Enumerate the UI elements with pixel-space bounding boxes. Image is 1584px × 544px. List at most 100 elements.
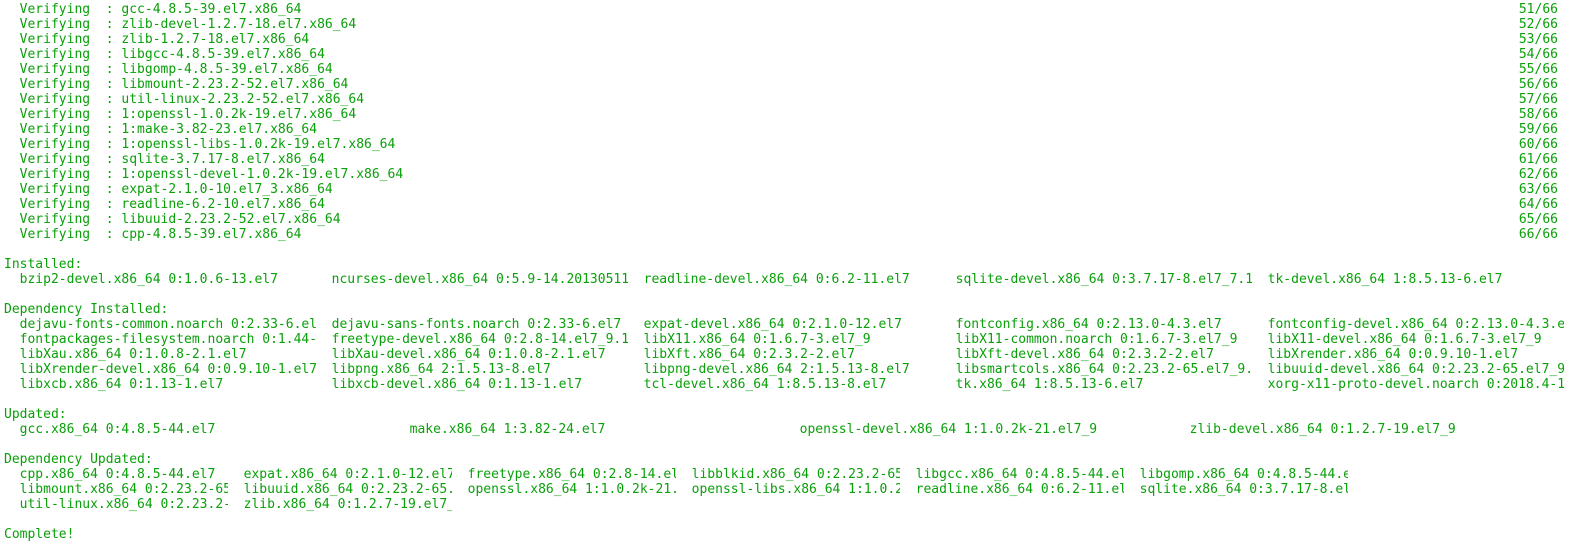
- verifying-label: Verifying : readline-6.2-10.el7.x86_64: [4, 197, 325, 212]
- package-cell: openssl-libs.x86_64 1:1.0.2k-21.el7_9: [676, 482, 900, 497]
- package-cell: [676, 497, 900, 512]
- package-cell: [900, 497, 1124, 512]
- installed-title: Installed:: [4, 257, 1584, 272]
- package-cell: libxcb-devel.x86_64 0:1.13-1.el7: [316, 377, 628, 392]
- package-cell: bzip2-devel.x86_64 0:1.0.6-13.el7: [4, 272, 316, 287]
- package-cell: fontconfig-devel.x86_64 0:2.13.0-4.3.el7: [1252, 317, 1564, 332]
- verifying-count: 51/66: [1519, 2, 1560, 17]
- dep-updated-body: cpp.x86_64 0:4.8.5-44.el7 expat.x86_64 0…: [4, 467, 1584, 512]
- verifying-label: Verifying : libuuid-2.23.2-52.el7.x86_64: [4, 212, 341, 227]
- package-cell: libmount.x86_64 0:2.23.2-65.el7_9.1: [4, 482, 228, 497]
- verifying-row: Verifying : libuuid-2.23.2-52.el7.x86_64…: [4, 212, 1560, 227]
- verifying-row: Verifying : zlib-devel-1.2.7-18.el7.x86_…: [4, 17, 1560, 32]
- dep-installed-title: Dependency Installed:: [4, 302, 1584, 317]
- dep-installed-section: Dependency Installed: dejavu-fonts-commo…: [4, 302, 1584, 392]
- package-cell: openssl-devel.x86_64 1:1.0.2k-21.el7_9: [784, 422, 1174, 437]
- package-cell: util-linux.x86_64 0:2.23.2-65.el7_9.1: [4, 497, 228, 512]
- package-cell: tk-devel.x86_64 1:8.5.13-6.el7: [1252, 272, 1564, 287]
- package-cell: libsmartcols.x86_64 0:2.23.2-65.el7_9.1: [940, 362, 1252, 377]
- verifying-count: 64/66: [1519, 197, 1560, 212]
- package-cell: libX11-devel.x86_64 0:1.6.7-3.el7_9: [1252, 332, 1564, 347]
- package-cell: [1124, 497, 1348, 512]
- package-row: libmount.x86_64 0:2.23.2-65.el7_9.1 libu…: [4, 482, 1564, 497]
- verifying-label: Verifying : zlib-devel-1.2.7-18.el7.x86_…: [4, 17, 356, 32]
- verifying-label: Verifying : 1:openssl-1.0.2k-19.el7.x86_…: [4, 107, 356, 122]
- installed-body: bzip2-devel.x86_64 0:1.0.6-13.el7 ncurse…: [4, 272, 1584, 287]
- package-cell: dejavu-fonts-common.noarch 0:2.33-6.el7: [4, 317, 316, 332]
- verifying-row: Verifying : zlib-1.2.7-18.el7.x86_6453/6…: [4, 32, 1560, 47]
- package-cell: expat-devel.x86_64 0:2.1.0-12.el7: [628, 317, 940, 332]
- package-cell: dejavu-sans-fonts.noarch 0:2.33-6.el7: [316, 317, 628, 332]
- verifying-row: Verifying : 1:openssl-libs-1.0.2k-19.el7…: [4, 137, 1560, 152]
- package-cell: sqlite-devel.x86_64 0:3.7.17-8.el7_7.1: [940, 272, 1252, 287]
- verifying-label: Verifying : util-linux-2.23.2-52.el7.x86…: [4, 92, 364, 107]
- complete-text: Complete!: [4, 527, 74, 542]
- package-cell: libXrender-devel.x86_64 0:0.9.10-1.el7: [4, 362, 316, 377]
- verifying-label: Verifying : 1:make-3.82-23.el7.x86_64: [4, 122, 317, 137]
- updated-section: Updated: gcc.x86_64 0:4.8.5-44.el7 make.…: [4, 407, 1584, 437]
- dep-installed-body: dejavu-fonts-common.noarch 0:2.33-6.el7 …: [4, 317, 1584, 392]
- verifying-label: Verifying : gcc-4.8.5-39.el7.x86_64: [4, 2, 301, 17]
- verifying-label: Verifying : cpp-4.8.5-39.el7.x86_64: [4, 227, 301, 242]
- package-row: libXau.x86_64 0:1.0.8-2.1.el7 libXau-dev…: [4, 347, 1564, 362]
- verifying-label: Verifying : libgomp-4.8.5-39.el7.x86_64: [4, 62, 333, 77]
- package-cell: libblkid.x86_64 0:2.23.2-65.el7_9.1: [676, 467, 900, 482]
- package-cell: libuuid-devel.x86_64 0:2.23.2-65.el7_9.1: [1252, 362, 1564, 377]
- verifying-label: Verifying : sqlite-3.7.17-8.el7.x86_64: [4, 152, 325, 167]
- package-row: gcc.x86_64 0:4.8.5-44.el7 make.x86_64 1:…: [4, 422, 1564, 437]
- package-cell: openssl.x86_64 1:1.0.2k-21.el7_9: [452, 482, 676, 497]
- package-cell: ncurses-devel.x86_64 0:5.9-14.20130511.e…: [316, 272, 628, 287]
- verifying-count: 56/66: [1519, 77, 1560, 92]
- package-cell: tk.x86_64 1:8.5.13-6.el7: [940, 377, 1252, 392]
- verifying-count: 66/66: [1519, 227, 1560, 242]
- package-cell: gcc.x86_64 0:4.8.5-44.el7: [4, 422, 394, 437]
- package-cell: sqlite.x86_64 0:3.7.17-8.el7_7.1: [1124, 482, 1348, 497]
- package-cell: libpng-devel.x86_64 2:1.5.13-8.el7: [628, 362, 940, 377]
- package-row: fontpackages-filesystem.noarch 0:1.44-8.…: [4, 332, 1564, 347]
- package-cell: libX11.x86_64 0:1.6.7-3.el7_9: [628, 332, 940, 347]
- installed-section: Installed: bzip2-devel.x86_64 0:1.0.6-13…: [4, 257, 1584, 287]
- package-cell: tcl-devel.x86_64 1:8.5.13-8.el7: [628, 377, 940, 392]
- complete-line: Complete!: [4, 527, 1584, 542]
- package-cell: libxcb.x86_64 0:1.13-1.el7: [4, 377, 316, 392]
- package-row: cpp.x86_64 0:4.8.5-44.el7 expat.x86_64 0…: [4, 467, 1564, 482]
- verifying-row: Verifying : readline-6.2-10.el7.x86_64 64…: [4, 197, 1560, 212]
- verifying-count: 55/66: [1519, 62, 1560, 77]
- verifying-count: 61/66: [1519, 152, 1560, 167]
- verifying-row: Verifying : sqlite-3.7.17-8.el7.x86_64 61…: [4, 152, 1560, 167]
- package-cell: freetype.x86_64 0:2.8-14.el7_9.1: [452, 467, 676, 482]
- package-cell: libXrender.x86_64 0:0.9.10-1.el7: [1252, 347, 1564, 362]
- package-cell: readline-devel.x86_64 0:6.2-11.el7: [628, 272, 940, 287]
- verifying-row: Verifying : libmount-2.23.2-52.el7.x86_6…: [4, 77, 1560, 92]
- verifying-block: Verifying : gcc-4.8.5-39.el7.x86_64 51/66…: [4, 2, 1584, 242]
- package-row: libXrender-devel.x86_64 0:0.9.10-1.el7 l…: [4, 362, 1564, 377]
- verifying-row: Verifying : 1:openssl-1.0.2k-19.el7.x86_…: [4, 107, 1560, 122]
- verifying-count: 59/66: [1519, 122, 1560, 137]
- package-cell: zlib.x86_64 0:1.2.7-19.el7_9: [228, 497, 452, 512]
- package-cell: libXft.x86_64 0:2.3.2-2.el7: [628, 347, 940, 362]
- package-cell: fontconfig.x86_64 0:2.13.0-4.3.el7: [940, 317, 1252, 332]
- verifying-count: 62/66: [1519, 167, 1560, 182]
- dep-updated-title: Dependency Updated:: [4, 452, 1584, 467]
- package-row: dejavu-fonts-common.noarch 0:2.33-6.el7 …: [4, 317, 1564, 332]
- package-cell: freetype-devel.x86_64 0:2.8-14.el7_9.1: [316, 332, 628, 347]
- package-cell: libXau-devel.x86_64 0:1.0.8-2.1.el7: [316, 347, 628, 362]
- package-cell: libgomp.x86_64 0:4.8.5-44.el7: [1124, 467, 1348, 482]
- package-cell: cpp.x86_64 0:4.8.5-44.el7: [4, 467, 228, 482]
- package-row: bzip2-devel.x86_64 0:1.0.6-13.el7 ncurse…: [4, 272, 1564, 287]
- verifying-label: Verifying : 1:openssl-devel-1.0.2k-19.el…: [4, 167, 403, 182]
- verifying-row: Verifying : util-linux-2.23.2-52.el7.x86…: [4, 92, 1560, 107]
- dep-updated-section: Dependency Updated: cpp.x86_64 0:4.8.5-4…: [4, 452, 1584, 512]
- package-cell: libXau.x86_64 0:1.0.8-2.1.el7: [4, 347, 316, 362]
- package-row: util-linux.x86_64 0:2.23.2-65.el7_9.1 zl…: [4, 497, 1564, 512]
- package-cell: zlib-devel.x86_64 0:1.2.7-19.el7_9: [1174, 422, 1564, 437]
- terminal-output: Verifying : gcc-4.8.5-39.el7.x86_64 51/66…: [0, 0, 1584, 542]
- updated-body: gcc.x86_64 0:4.8.5-44.el7 make.x86_64 1:…: [4, 422, 1584, 437]
- verifying-count: 60/66: [1519, 137, 1560, 152]
- verifying-row: Verifying : 1:make-3.82-23.el7.x86_64 59/…: [4, 122, 1560, 137]
- package-cell: [452, 497, 676, 512]
- verifying-row: Verifying : gcc-4.8.5-39.el7.x86_64 51/66: [4, 2, 1560, 17]
- updated-title: Updated:: [4, 407, 1584, 422]
- verifying-count: 63/66: [1519, 182, 1560, 197]
- verifying-row: Verifying : libgcc-4.8.5-39.el7.x86_6454…: [4, 47, 1560, 62]
